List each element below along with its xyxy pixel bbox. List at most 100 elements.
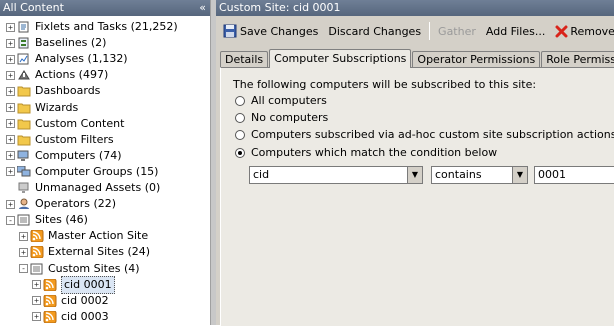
radio-label: Computers which match the condition belo… [251,146,498,159]
tree-item[interactable]: + Wizards [6,100,78,116]
tree-item-label: Computers (74) [35,148,122,162]
expand-icon[interactable]: + [6,151,15,161]
add-files-button[interactable]: Add Files... [482,21,549,41]
condition-value-text: 0001 [538,168,566,181]
save-changes-label: Save Changes [240,24,319,38]
collapse-icon[interactable]: - [6,215,15,225]
tab-computer-subscriptions[interactable]: Computer Subscriptions [269,49,412,68]
tree-item-label: Baselines (2) [35,36,107,50]
add-files-label: Add Files... [485,24,546,38]
tree-item[interactable]: - Custom Sites (4) [19,261,140,277]
radio-label: Computers subscribed via ad-hoc custom s… [251,128,614,141]
tab-strip: Details Computer Subscriptions Operator … [220,49,614,68]
expand-icon[interactable]: + [6,135,15,145]
remove-x-icon [555,25,568,37]
expand-icon[interactable]: + [32,296,41,306]
tree-item[interactable]: + Dashboards [6,83,100,99]
tree-item-label: Custom Sites (4) [48,261,140,275]
expand-icon[interactable]: + [6,86,15,96]
condition-operator-select[interactable]: contains ▼ [431,166,528,184]
expand-icon[interactable]: + [6,54,15,64]
dropdown-arrow-icon[interactable]: ▼ [512,167,527,183]
expand-icon[interactable]: + [19,231,28,241]
tree-item[interactable]: + Operators (22) [6,196,116,212]
radio-adhoc-subscribed[interactable]: Computers subscribed via ad-hoc custom s… [235,128,614,141]
folder-icon [17,118,31,130]
radio-all-computers[interactable]: All computers [235,94,327,107]
tab-operator-permissions[interactable]: Operator Permissions [412,51,541,67]
save-changes-button[interactable]: Save Changes [219,21,322,41]
toolbar: Save Changes Discard Changes Gather Add … [216,18,614,44]
tab-role-permissions[interactable]: Role Permissions [541,51,614,67]
condition-value-input[interactable]: 0001 [534,166,614,184]
unmanaged-asset-icon [17,182,31,194]
expand-icon[interactable]: + [6,38,15,48]
computer-icon [17,150,31,162]
expand-icon[interactable]: + [6,119,15,129]
site-icon [30,245,44,259]
site-icon [43,310,57,324]
computer-group-icon [16,165,31,178]
collapse-icon[interactable]: - [19,264,28,273]
tree-item[interactable]: + Master Action Site [19,228,148,244]
tree-item-label: Custom Content [35,116,125,130]
radio-label: No computers [251,111,329,124]
radio-button[interactable] [235,129,245,140]
tab-details[interactable]: Details [220,51,269,67]
tree-item-label: Computer Groups (15) [35,164,159,178]
expand-icon[interactable]: + [32,312,41,322]
expand-icon[interactable]: + [6,70,15,80]
tree-item[interactable]: + Fixlets and Tasks (21,252) [6,19,178,35]
expand-icon[interactable]: + [6,103,15,112]
left-panel-title: All Content [3,1,64,14]
tree-item[interactable]: + Computer Groups (15) [6,164,158,180]
tree-item[interactable]: + Baselines (2) [6,35,106,51]
expand-icon[interactable]: + [6,22,15,32]
site-icon [43,278,57,292]
action-icon [17,69,31,81]
discard-changes-button[interactable]: Discard Changes [324,21,425,41]
expand-icon[interactable]: + [6,199,15,209]
gather-button[interactable]: Gather [434,21,480,41]
radio-button[interactable] [235,112,245,123]
expand-icon[interactable]: + [6,167,15,177]
tree-item[interactable]: Unmanaged Assets (0) [6,180,160,196]
tree-item-label: Analyses (1,132) [35,52,128,66]
folder-icon [17,102,31,114]
site-icon [43,294,57,308]
tree-item-label: Operators (22) [35,197,117,211]
tree-item[interactable]: + Actions (497) [6,67,108,83]
tree-item[interactable]: + cid 0001 [32,275,115,294]
tree-item[interactable]: + Custom Content [6,116,124,132]
radio-no-computers[interactable]: No computers [235,111,328,124]
tree-item-label: Fixlets and Tasks (21,252) [35,20,178,33]
remove-button[interactable]: Remove [551,21,614,41]
tree-item[interactable]: + Analyses (1,132) [6,51,128,67]
radio-button-selected[interactable] [235,147,245,158]
tree-item-label: Unmanaged Assets (0) [35,181,161,194]
analysis-icon [17,53,31,65]
expand-icon[interactable]: + [32,280,41,290]
tree-item-label: Dashboards [35,84,101,98]
radio-match-condition[interactable]: Computers which match the condition belo… [235,146,497,159]
left-panel: All Content « + Fixlets and Tasks (21,252… [0,0,210,325]
tree-item[interactable]: + Computers (74) [6,148,122,164]
right-panel-title: Custom Site: cid 0001 [219,1,341,14]
tree-item[interactable]: + cid 0003 [32,309,109,325]
radio-button[interactable] [235,95,245,106]
folder-icon [17,134,31,146]
condition-property-select[interactable]: cid ▼ [249,166,423,184]
dropdown-arrow-icon[interactable]: ▼ [407,167,422,183]
collapse-panel-button[interactable]: « [199,0,206,16]
left-panel-header: All Content « [0,0,210,16]
tree-item[interactable]: + cid 0002 [32,293,109,309]
subscription-panel: The following computers will be subscrib… [220,67,614,326]
tree-item[interactable]: + External Sites (24) [19,244,150,260]
expand-icon[interactable]: + [19,247,28,257]
fixlet-icon [17,21,31,33]
condition-property-value: cid [253,168,270,181]
tree-item[interactable]: + Custom Filters [6,132,114,148]
save-icon [223,24,237,38]
tree-item[interactable]: - Sites (46) [6,212,88,228]
baseline-icon [17,37,31,49]
